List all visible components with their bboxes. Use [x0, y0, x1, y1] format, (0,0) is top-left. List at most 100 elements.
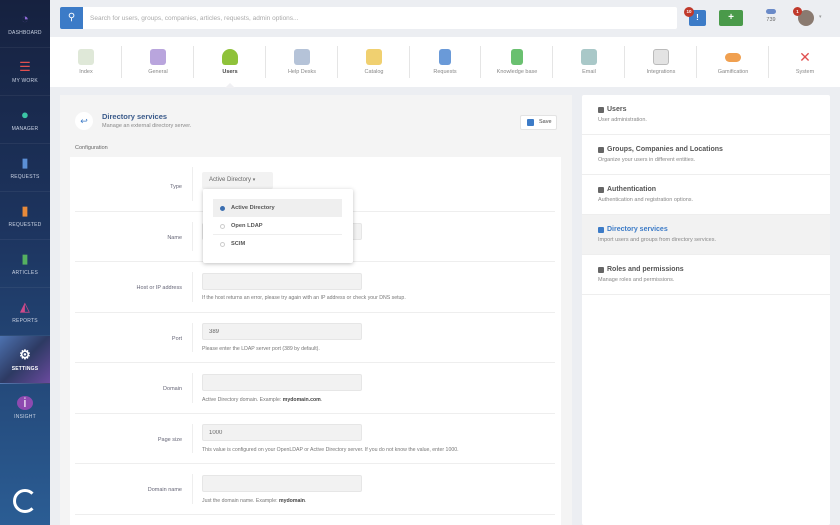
- tab-integrations[interactable]: Integrations: [625, 37, 697, 87]
- tab-system[interactable]: ✕System: [769, 37, 840, 87]
- page-size-help: This value is configured on your OpenLDA…: [202, 447, 459, 453]
- app-logo: [13, 489, 37, 513]
- sidebar-item-manager[interactable]: ●MANAGER: [0, 96, 50, 144]
- menu-item-roles[interactable]: Roles and permissionsManage roles and pe…: [582, 255, 830, 295]
- integrations-icon: [653, 49, 669, 65]
- sidebar-item-requested[interactable]: ▮REQUESTED: [0, 192, 50, 240]
- port-label: Port: [172, 336, 182, 342]
- host-input[interactable]: [202, 273, 362, 290]
- page-title: Directory services: [102, 112, 167, 121]
- tab-gamification[interactable]: Gamification: [697, 37, 769, 87]
- domain-help: Active Directory domain. Example: mydoma…: [202, 397, 322, 403]
- back-arrow-icon: ↩: [80, 116, 88, 126]
- search-icon: ⚲: [68, 12, 75, 23]
- domain-name-row: Domain name Just the domain name. Exampl…: [75, 464, 555, 515]
- port-input[interactable]: [202, 323, 362, 340]
- users-icon: ●: [17, 108, 33, 122]
- tab-general[interactable]: General: [122, 37, 194, 87]
- chart-icon: ◭: [17, 300, 33, 314]
- tab-knowledge-base[interactable]: Knowledge base: [481, 37, 553, 87]
- help-desk-icon: [294, 49, 310, 65]
- users-icon: [222, 49, 238, 65]
- option-active-directory[interactable]: Active Directory: [213, 199, 342, 217]
- page-size-label: Page size: [158, 437, 182, 443]
- sidebar-item-articles[interactable]: ▮ARTICLES: [0, 240, 50, 288]
- chevron-down-icon[interactable]: ▾: [819, 14, 822, 20]
- sidebar-item-settings[interactable]: ⚙SETTINGS: [0, 336, 50, 384]
- page-size-input[interactable]: [202, 424, 362, 441]
- tab-index[interactable]: Index: [50, 37, 122, 87]
- sidebar-item-my-work[interactable]: ☰MY WORK: [0, 48, 50, 96]
- domain-row: Domain Active Directory domain. Example:…: [75, 363, 555, 414]
- tab-catalog[interactable]: Catalog: [338, 37, 410, 87]
- request-icon: [439, 49, 451, 65]
- host-row: Host or IP address If the host returns a…: [75, 262, 555, 313]
- domain-name-label: Domain name: [148, 487, 182, 493]
- create-new-button[interactable]: +: [719, 10, 743, 26]
- list-icon: ☰: [17, 60, 33, 74]
- menu-item-users[interactable]: UsersUser administration.: [582, 95, 830, 135]
- menu-item-directory-services[interactable]: Directory servicesImport users and group…: [582, 215, 830, 255]
- save-button[interactable]: Save: [520, 115, 557, 130]
- tab-help-desks[interactable]: Help Desks: [266, 37, 338, 87]
- page-subtitle: Manage an external directory server.: [102, 123, 191, 129]
- folder-icon: [366, 49, 382, 65]
- settings-nav: Index General Users Help Desks Catalog R…: [50, 37, 840, 87]
- option-scim[interactable]: SCIM: [213, 235, 342, 253]
- type-label: Type: [170, 184, 182, 190]
- gears-icon: ⚙: [17, 348, 33, 362]
- directory-services-panel: ↩ Directory services Manage an external …: [60, 95, 572, 525]
- chevron-down-icon: ▾: [253, 177, 256, 183]
- search-input[interactable]: [90, 11, 660, 25]
- document-icon: [511, 49, 523, 65]
- tab-users[interactable]: Users: [194, 37, 266, 87]
- radio-selected-icon: [220, 206, 225, 211]
- email-icon: [581, 49, 597, 65]
- gamepad-icon: [725, 53, 741, 62]
- host-label: Host or IP address: [137, 285, 182, 291]
- radio-icon: [220, 242, 225, 247]
- page-size-row: Page size This value is configured on yo…: [75, 414, 555, 464]
- gears-icon: [150, 49, 166, 65]
- sidebar-item-dashboard[interactable]: ◔DASHBOARD: [0, 0, 50, 48]
- article-icon: ▮: [17, 252, 33, 266]
- port-row: Port Please enter the LDAP server port (…: [75, 313, 555, 363]
- gamepad-icon: [766, 9, 776, 14]
- sidebar-item-requests[interactable]: ▮REQUESTS: [0, 144, 50, 192]
- plus-icon: +: [728, 12, 734, 23]
- insight-icon: i: [17, 396, 33, 410]
- domain-name-input[interactable]: [202, 475, 362, 492]
- host-help: If the host returns an error, please try…: [202, 295, 406, 301]
- back-button[interactable]: ↩: [75, 112, 93, 130]
- search-bar: ⚲: [60, 7, 677, 29]
- menu-item-authentication[interactable]: AuthenticationAuthentication and registr…: [582, 175, 830, 215]
- sidebar: ◔DASHBOARD ☰MY WORK ●MANAGER ▮REQUESTS ▮…: [0, 0, 50, 525]
- domain-name-help: Just the domain name. Example: mydomain.: [202, 498, 306, 504]
- port-help: Please enter the LDAP server port (389 b…: [202, 346, 320, 352]
- option-open-ldap[interactable]: Open LDAP: [213, 217, 342, 235]
- type-select[interactable]: Active Directory ▾: [202, 172, 273, 189]
- alert-icon: !: [696, 13, 699, 22]
- tab-email[interactable]: Email: [553, 37, 625, 87]
- sidebar-item-insight[interactable]: iINSIGHT: [0, 384, 50, 432]
- domain-input[interactable]: [202, 374, 362, 391]
- dashboard-icon: ◔: [17, 12, 33, 26]
- menu-item-groups[interactable]: Groups, Companies and LocationsOrganize …: [582, 135, 830, 175]
- gamification-points[interactable]: 739: [757, 9, 785, 23]
- section-title: Configuration: [75, 145, 108, 151]
- sidebar-item-reports[interactable]: ◭REPORTS: [0, 288, 50, 336]
- notifications-badge: 10: [684, 7, 694, 17]
- request-document-icon: ▮: [17, 156, 33, 170]
- tools-icon: ✕: [797, 49, 813, 65]
- radio-icon: [220, 224, 225, 229]
- avatar-badge: 1: [793, 7, 802, 16]
- users-settings-menu: UsersUser administration. Groups, Compan…: [582, 95, 830, 525]
- index-icon: [78, 49, 94, 65]
- type-dropdown-menu: Active Directory Open LDAP SCIM: [203, 189, 353, 263]
- requested-document-icon: ▮: [17, 204, 33, 218]
- floppy-icon: [527, 119, 534, 126]
- name-label: Name: [167, 235, 182, 241]
- domain-label: Domain: [163, 386, 182, 392]
- search-button[interactable]: ⚲: [60, 7, 83, 29]
- tab-requests[interactable]: Requests: [409, 37, 481, 87]
